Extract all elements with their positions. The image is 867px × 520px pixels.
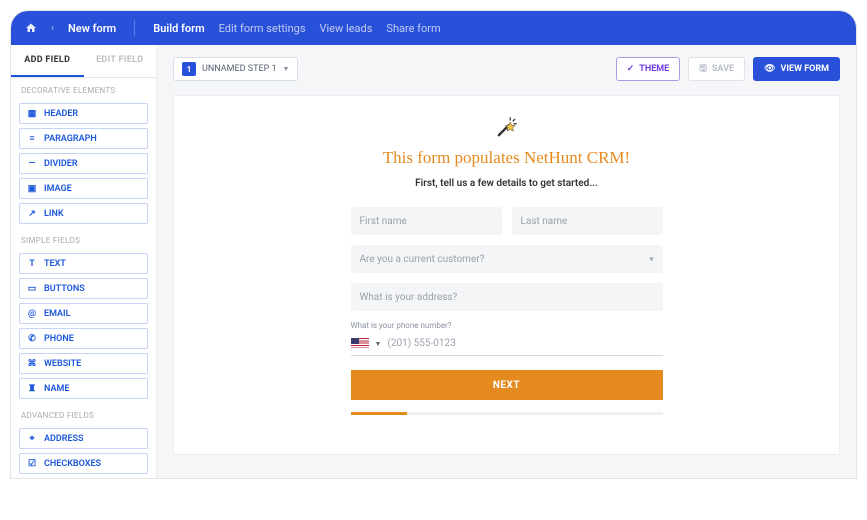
chevron-down-icon: ▾ — [649, 255, 653, 264]
name-icon: ♜ — [27, 384, 37, 394]
main-canvas: 1 UNNAMED STEP 1 ▼ ✓ THEME 🖫 SAVE 👁 VIEW FO… — [157, 45, 856, 478]
field-label: PHONE — [44, 334, 74, 344]
chevron-right-icon: › — [51, 23, 54, 34]
progress-bar — [351, 412, 663, 415]
field-paragraph[interactable]: ≡ PARAGRAPH — [19, 128, 148, 149]
save-icon: 🖫 — [699, 61, 707, 77]
address-icon: ⌖ — [27, 434, 37, 444]
field-label: EMAIL — [44, 309, 71, 319]
last-name-input[interactable] — [512, 207, 663, 235]
field-label: PARAGRAPH — [44, 134, 97, 144]
field-label: WEBSITE — [44, 359, 81, 369]
field-label: LINK — [44, 209, 64, 219]
link-icon: ↗ — [27, 209, 37, 219]
field-label: TEXT — [44, 259, 66, 269]
chevron-down-icon: ▼ — [375, 340, 382, 348]
first-name-input[interactable] — [351, 207, 502, 235]
form-preview-card: This form populates NetHunt CRM! First, … — [173, 95, 840, 455]
save-label: SAVE — [712, 64, 734, 74]
phone-placeholder: (201) 555-0123 — [387, 338, 455, 349]
sidebar-tabs: ADD FIELD EDIT FIELD — [11, 45, 156, 78]
divider — [134, 20, 135, 36]
chevron-down-icon: ▼ — [283, 65, 290, 73]
field-label: CHECKBOXES — [44, 459, 101, 469]
home-icon[interactable] — [25, 19, 37, 38]
view-form-button[interactable]: 👁 VIEW FORM — [753, 57, 840, 81]
section-advanced-label: ADVANCED FIELDS — [11, 403, 156, 424]
divider-icon: — — [27, 159, 37, 169]
next-button[interactable]: NEXT — [351, 370, 663, 400]
customer-select-input[interactable] — [351, 245, 663, 273]
field-phone[interactable]: ✆ PHONE — [19, 328, 148, 349]
step-number: 1 — [182, 62, 196, 76]
field-label: HEADER — [44, 109, 78, 119]
section-decorative-label: DECORATIVE ELEMENTS — [11, 78, 156, 99]
field-name[interactable]: ♜ NAME — [19, 378, 148, 399]
name-row — [351, 207, 663, 235]
form-fields: ▾ What is your phone number? ▼ (201) 555… — [351, 207, 663, 415]
field-label: BUTTONS — [44, 284, 85, 294]
phone-icon: ✆ — [27, 334, 37, 344]
save-button[interactable]: 🖫 SAVE — [688, 57, 745, 81]
phone-input[interactable]: ▼ (201) 555-0123 — [351, 332, 663, 356]
paragraph-icon: ≡ — [27, 134, 37, 144]
field-checkboxes[interactable]: ☑ CHECKBOXES — [19, 453, 148, 474]
field-buttons[interactable]: ▭ BUTTONS — [19, 278, 148, 299]
field-address[interactable]: ⌖ ADDRESS — [19, 428, 148, 449]
field-image[interactable]: ▣ IMAGE — [19, 178, 148, 199]
canvas-toolbar: 1 UNNAMED STEP 1 ▼ ✓ THEME 🖫 SAVE 👁 VIEW FO… — [173, 57, 840, 81]
tab-edit-field[interactable]: EDIT FIELD — [84, 45, 157, 77]
breadcrumb-current[interactable]: New form — [68, 22, 116, 35]
address-input[interactable] — [351, 283, 663, 311]
field-label: IMAGE — [44, 184, 72, 194]
nav-share-form[interactable]: Share form — [386, 22, 440, 35]
laptop-frame: › New form Build form Edit form settings… — [10, 10, 857, 479]
field-label: ADDRESS — [44, 434, 84, 444]
view-label: VIEW FORM — [781, 64, 829, 74]
buttons-icon: ▭ — [27, 284, 37, 294]
field-website[interactable]: ⌘ WEBSITE — [19, 353, 148, 374]
text-icon: T — [27, 259, 37, 269]
nav-edit-settings[interactable]: Edit form settings — [219, 22, 306, 35]
website-icon: ⌘ — [27, 359, 37, 369]
form-title: This form populates NetHunt CRM! — [383, 148, 630, 168]
phone-field: What is your phone number? ▼ (201) 555-0… — [351, 321, 663, 356]
email-icon: @ — [27, 309, 37, 319]
field-label: NAME — [44, 384, 69, 394]
nav-view-leads[interactable]: View leads — [320, 22, 373, 35]
flag-us-icon[interactable] — [351, 338, 369, 349]
screen: › New form Build form Edit form settings… — [11, 11, 856, 478]
section-simple-label: SIMPLE FIELDS — [11, 228, 156, 249]
field-divider[interactable]: — DIVIDER — [19, 153, 148, 174]
wand-icon: ✓ — [627, 64, 635, 74]
field-header[interactable]: ▦ HEADER — [19, 103, 148, 124]
step-label: UNNAMED STEP 1 — [202, 64, 277, 74]
form-subtitle: First, tell us a few details to get star… — [415, 178, 598, 189]
field-label: DIVIDER — [44, 159, 78, 169]
field-link[interactable]: ↗ LINK — [19, 203, 148, 224]
sidebar: ADD FIELD EDIT FIELD DECORATIVE ELEMENTS… — [11, 45, 157, 478]
eye-icon: 👁 — [764, 64, 775, 74]
header-icon: ▦ — [27, 109, 37, 119]
customer-select[interactable]: ▾ — [351, 245, 663, 273]
magic-wand-icon — [494, 114, 520, 140]
checkbox-icon: ☑ — [27, 459, 37, 469]
nav-build-form[interactable]: Build form — [153, 22, 204, 35]
tab-add-field[interactable]: ADD FIELD — [11, 45, 84, 77]
theme-button[interactable]: ✓ THEME — [616, 57, 680, 81]
field-text[interactable]: T TEXT — [19, 253, 148, 274]
top-nav: › New form Build form Edit form settings… — [11, 11, 856, 45]
address-input-wrap — [351, 283, 663, 311]
phone-label: What is your phone number? — [351, 321, 663, 330]
theme-label: THEME — [639, 64, 669, 74]
step-selector[interactable]: 1 UNNAMED STEP 1 ▼ — [173, 57, 298, 81]
image-icon: ▣ — [27, 184, 37, 194]
field-email[interactable]: @ EMAIL — [19, 303, 148, 324]
body: ADD FIELD EDIT FIELD DECORATIVE ELEMENTS… — [11, 45, 856, 478]
